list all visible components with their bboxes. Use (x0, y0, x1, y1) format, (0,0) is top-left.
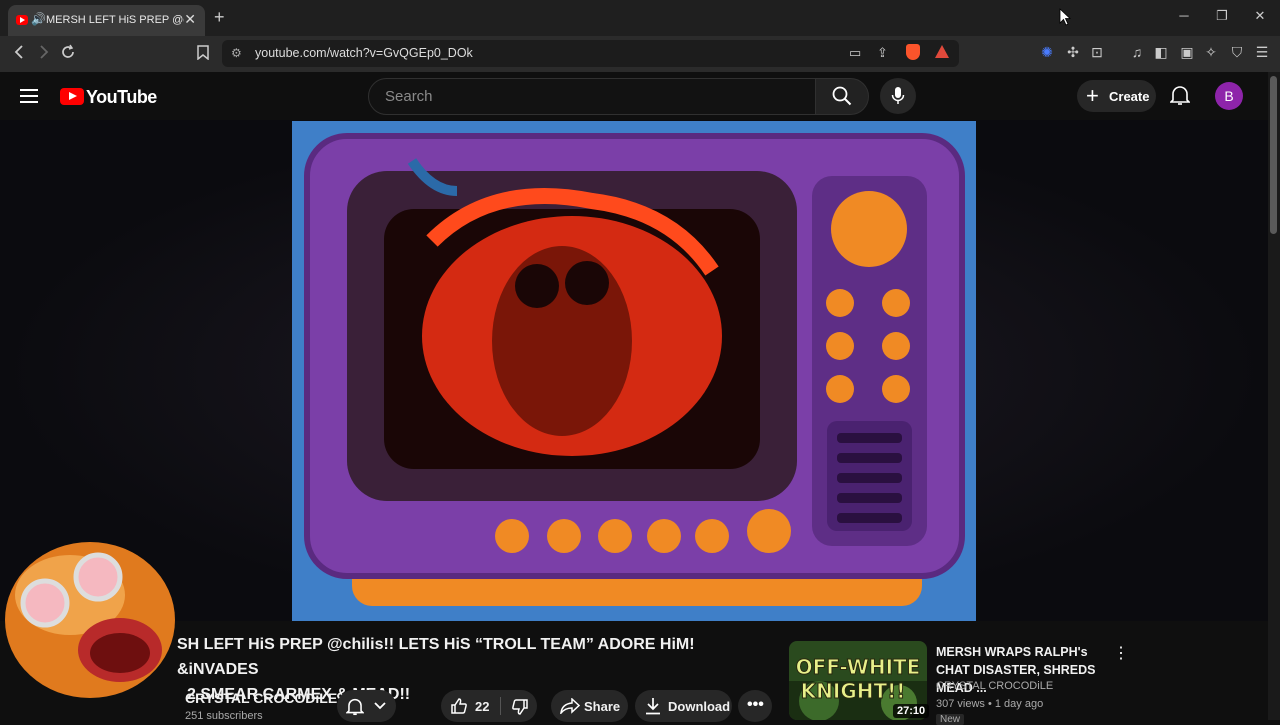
recommended-meta: 307 views • 1 day ago (936, 698, 1044, 710)
video-frame-tv-icon (292, 121, 976, 621)
avatar[interactable]: B (1215, 82, 1243, 110)
search-box[interactable] (368, 78, 817, 115)
create-label: Create (1109, 89, 1150, 104)
wallet-icon[interactable]: ▣ (1177, 44, 1197, 61)
cast-icon[interactable]: ▭ (849, 45, 861, 61)
search-icon (832, 86, 852, 106)
duration-badge: 27:10 (893, 704, 930, 718)
bell-icon (346, 698, 364, 716)
menu-icon[interactable]: ☰ (1252, 44, 1272, 61)
more-horizontal-icon: ••• (747, 696, 764, 713)
share-button[interactable]: Share (551, 690, 628, 722)
download-button[interactable]: Download (635, 690, 732, 722)
youtube-logo-text[interactable]: YouTube (86, 87, 157, 108)
download-label: Download (668, 699, 731, 714)
share-icon (560, 698, 580, 714)
subscriber-count: 251 subscribers (185, 710, 263, 722)
cursor-icon (1059, 8, 1072, 31)
leo-ai-icon[interactable]: ✧ (1201, 44, 1221, 61)
brave-rewards-icon[interactable] (935, 45, 949, 58)
video-title-line-1: SH LEFT HiS PREP @chilis!! LETS HiS “TRO… (177, 636, 695, 678)
like-icon[interactable] (450, 697, 468, 715)
download-icon (646, 698, 660, 715)
close-tab-icon[interactable]: ✕ (184, 11, 196, 28)
subscription-bell-button[interactable] (337, 690, 396, 722)
like-dislike-group: 22 (441, 690, 537, 722)
share-label: Share (584, 699, 621, 714)
search-input[interactable] (383, 87, 807, 106)
microphone-icon (891, 87, 905, 104)
thumb-text-2: KNIGHT!! (801, 679, 906, 703)
more-vertical-icon[interactable]: ⋮ (1113, 643, 1129, 663)
chevron-down-icon (374, 702, 386, 710)
media-controls-icon[interactable]: ♫ (1127, 44, 1147, 60)
sidebar-icon[interactable]: ◧ (1151, 44, 1171, 61)
new-tab-icon[interactable]: + (214, 7, 225, 28)
thumb-text-1: OFF-WHITE (796, 655, 921, 679)
address-bar[interactable]: ⚙ youtube.com/watch?v=GvQGEp0_DOk ▭ ⇪ (222, 40, 959, 67)
reload-icon[interactable] (60, 44, 76, 65)
search-button[interactable] (815, 78, 869, 115)
dislike-icon[interactable] (511, 698, 529, 716)
youtube-favicon-icon (16, 15, 28, 25)
url-text: youtube.com/watch?v=GvQGEp0_DOk (255, 46, 473, 60)
extension-icon[interactable]: ✺ (1037, 44, 1057, 61)
recommended-channel[interactable]: CRYSTAL CROCODiLE (936, 680, 1053, 692)
scrollbar-thumb[interactable] (1270, 76, 1277, 234)
extensions-puzzle-icon[interactable]: ✣ (1063, 44, 1083, 61)
guide-menu-icon[interactable] (20, 85, 38, 107)
more-actions-button[interactable]: ••• (738, 690, 772, 722)
notifications-icon[interactable] (1169, 84, 1191, 111)
youtube-logo-icon[interactable] (60, 88, 84, 105)
site-settings-icon[interactable]: ⚙ (231, 46, 242, 60)
speaker-icon[interactable]: 🔊 (31, 12, 46, 26)
back-icon[interactable] (12, 44, 26, 65)
tab-title: MERSH LEFT HiS PREP @chili (46, 14, 184, 26)
channel-name[interactable]: CRYSTAL CROCODiLE (185, 690, 337, 706)
screenshot-icon[interactable]: ⊡ (1087, 44, 1107, 61)
voice-search-button[interactable] (880, 78, 916, 114)
brave-shields-icon[interactable] (906, 44, 920, 60)
divider (500, 697, 501, 715)
create-button[interactable]: + Create (1077, 80, 1156, 112)
webcam-overlay-mascot (0, 535, 185, 720)
restore-icon[interactable]: ❐ (1212, 8, 1232, 24)
bookmark-icon[interactable] (197, 45, 209, 65)
close-window-icon[interactable]: ✕ (1250, 8, 1270, 24)
share-page-icon[interactable]: ⇪ (877, 45, 888, 61)
video-player[interactable] (292, 121, 976, 621)
vpn-icon[interactable]: ⛉ (1227, 44, 1247, 61)
minimize-icon[interactable]: ─ (1174, 8, 1194, 23)
browser-tab[interactable]: 🔊 MERSH LEFT HiS PREP @chili ✕ (8, 5, 205, 36)
like-count: 22 (475, 699, 490, 714)
plus-icon: + (1086, 83, 1099, 108)
forward-icon[interactable] (37, 44, 51, 65)
